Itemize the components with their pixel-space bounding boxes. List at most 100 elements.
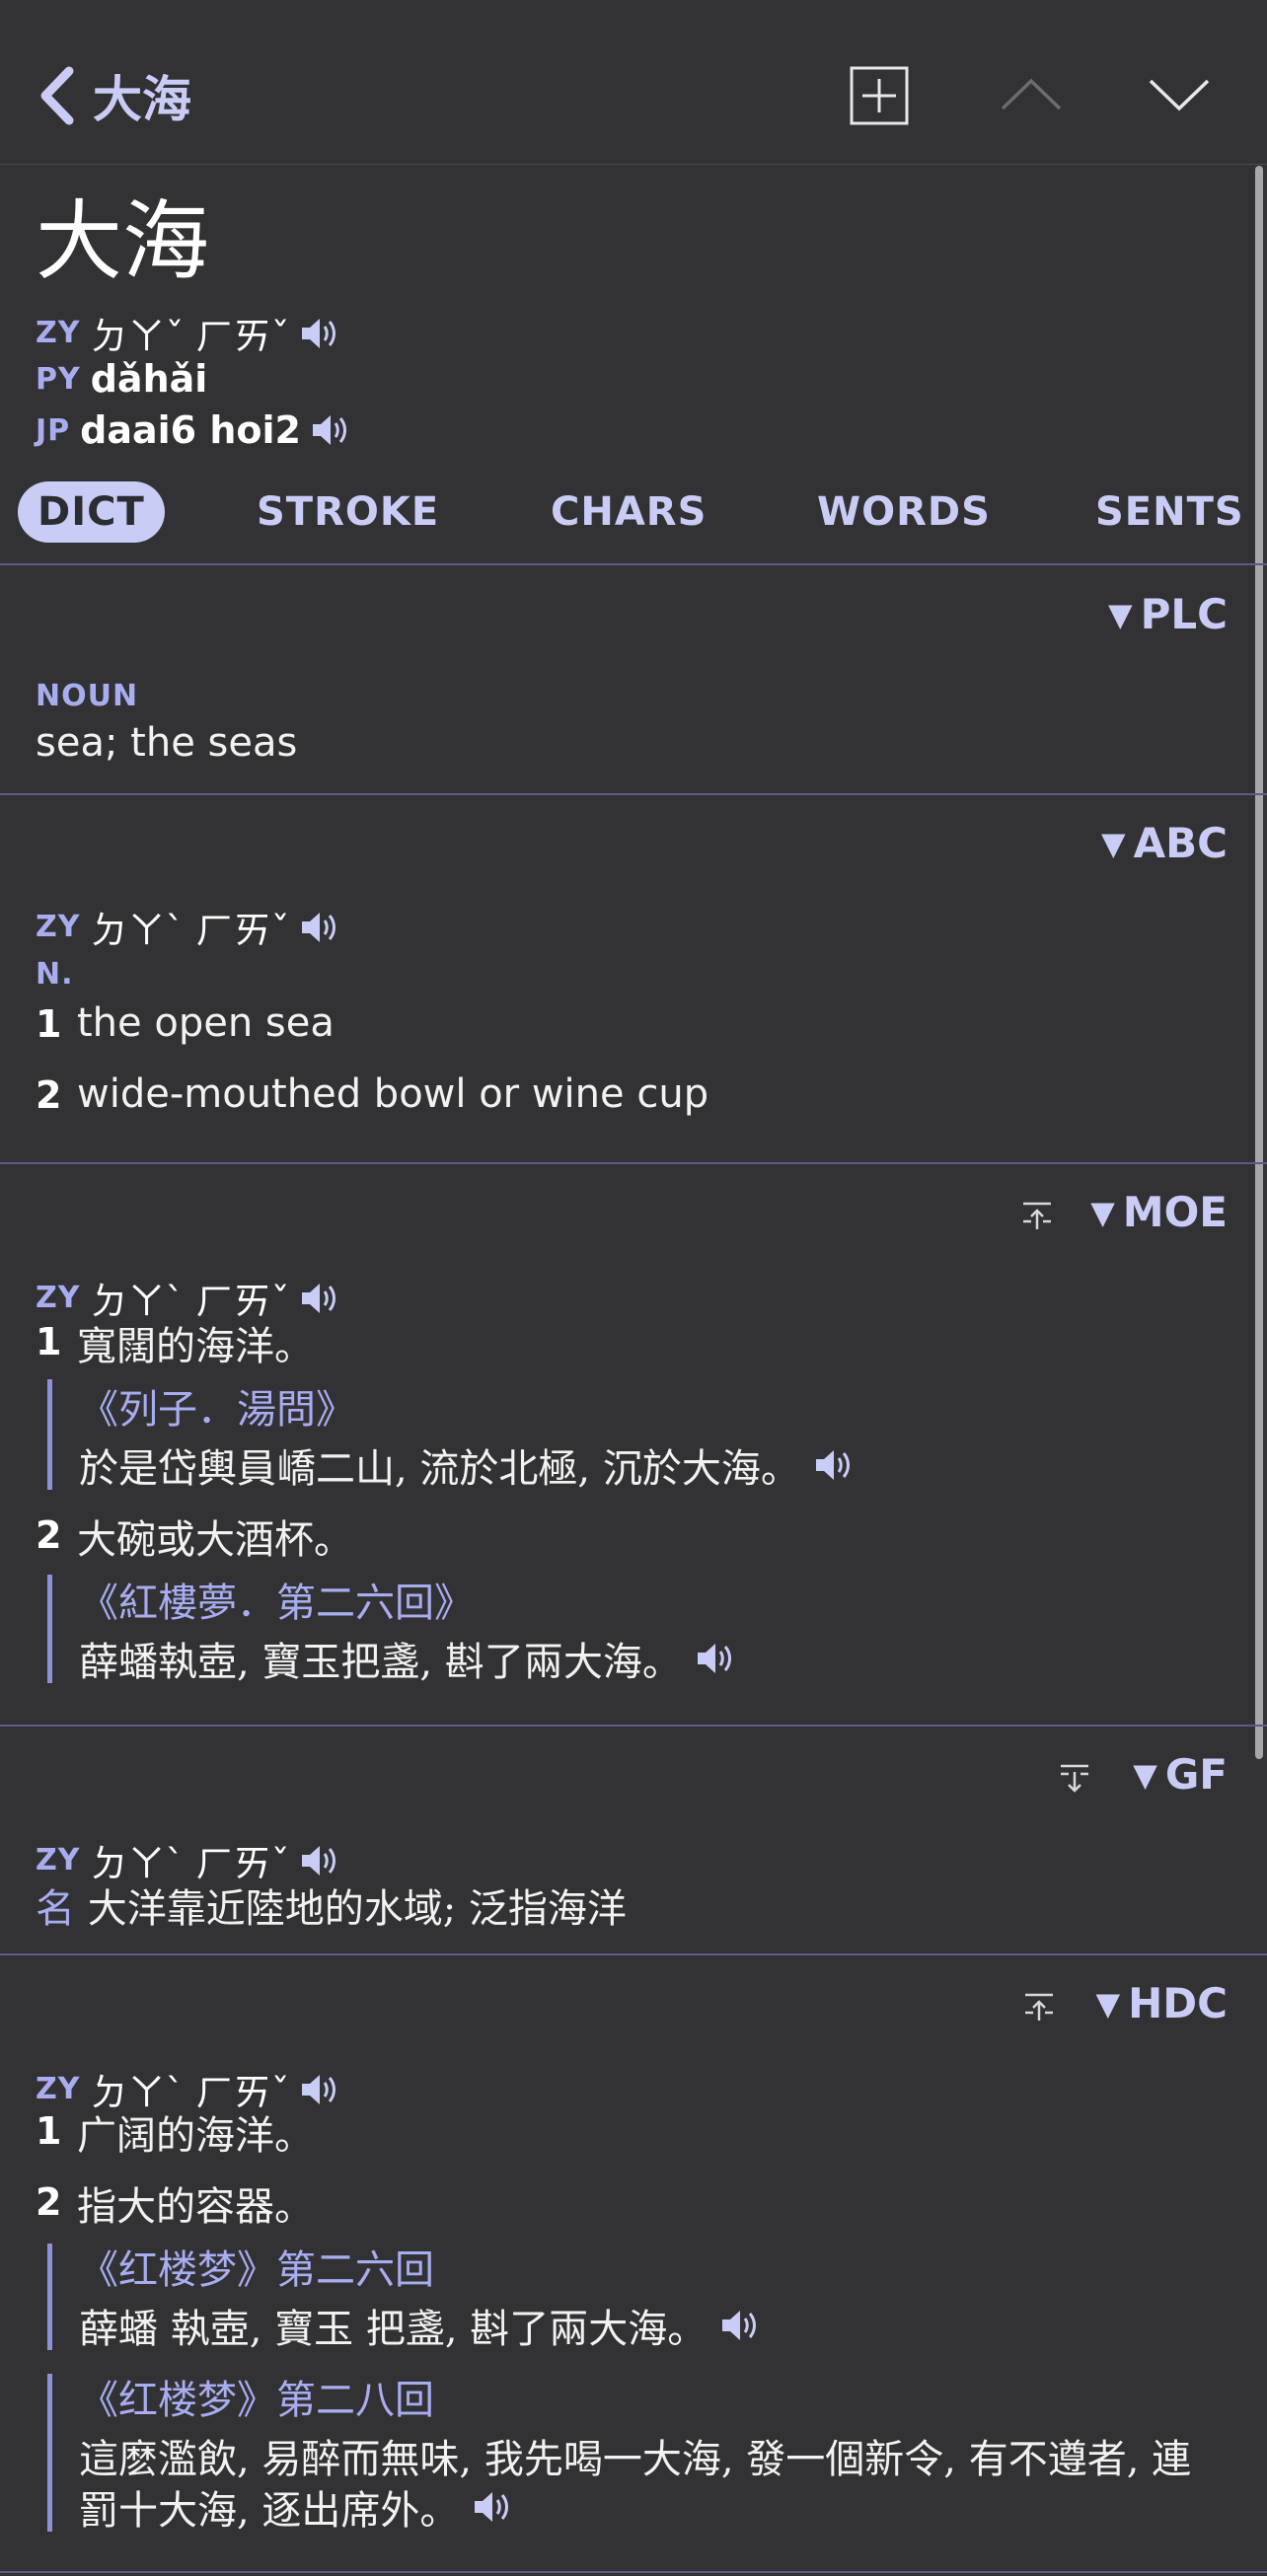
back-button[interactable]: 大海 <box>36 61 191 130</box>
tab-words[interactable]: WORDS <box>817 481 991 543</box>
divider <box>0 563 1267 565</box>
speaker-icon[interactable] <box>696 1641 735 1676</box>
back-chevron-icon <box>40 66 74 125</box>
speaker-icon[interactable] <box>300 1281 339 1316</box>
quote-bar <box>47 1575 52 1683</box>
definition-text: 广阔的海洋。 <box>77 2113 314 2159</box>
divider <box>0 793 1267 795</box>
quote-source: 《红楼梦》第二六回 <box>79 2247 434 2293</box>
section-label-hdc: HDC <box>1128 1979 1228 2027</box>
definition-number: 2 <box>36 1073 62 1117</box>
speaker-icon[interactable] <box>720 2308 760 2343</box>
jyutping-text: daai6 hoi2 <box>80 408 301 452</box>
tab-bar: DICT STROKE CHARS WORDS SENTS <box>0 481 1267 551</box>
quote-text: 於是岱輿員嶠二山, 流於北極, 沉於大海。 <box>79 1446 800 1492</box>
top-bar-title: 大海 <box>93 70 191 128</box>
triangle-down-icon: ▼ <box>1108 595 1133 633</box>
definition-number: 1 <box>36 1320 62 1363</box>
py-tag: PY <box>36 361 81 397</box>
definition-text: wide-mouthed bowl or wine cup <box>77 1071 709 1117</box>
speaker-icon[interactable] <box>814 1447 854 1483</box>
section-label-gf: GF <box>1164 1750 1228 1799</box>
definition-text: the open sea <box>77 1000 335 1046</box>
headword: 大海 <box>36 190 210 292</box>
speaker-icon[interactable] <box>300 910 339 945</box>
definition-row: 名 大洋靠近陸地的水域; 泛指海洋 <box>36 1877 627 1934</box>
pos-label: N. <box>36 957 74 992</box>
zhuyin-text: ㄉㄚˋ ㄏㄞˇ <box>90 909 290 952</box>
zy-tag: ZY <box>36 1843 81 1877</box>
tab-chars[interactable]: CHARS <box>551 481 707 543</box>
quote-text: 罰十大海, 逐出席外。 <box>79 2488 460 2534</box>
definition-number: 1 <box>36 1002 62 1046</box>
definition-text: 指大的容器。 <box>77 2184 314 2230</box>
triangle-down-icon: ▼ <box>1101 824 1126 862</box>
triangle-down-icon: ▼ <box>1090 1193 1115 1231</box>
divider <box>0 1725 1267 1727</box>
section-toggle-abc[interactable]: ▼ ABC <box>1101 819 1228 867</box>
quote-text: 這麽濫飲, 易醉而無味, 我先喝一大海, 發一個新令, 有不遵者, 連 <box>79 2437 1192 2482</box>
zhuyin-row: ZY ㄉㄚˋ ㄏㄞˇ <box>36 900 339 954</box>
quote-bar <box>47 1379 52 1490</box>
quote-text-row: 薛蟠執壺, 寶玉把盞, 斟了兩大海。 <box>79 1630 735 1687</box>
definition-number: 2 <box>36 1513 62 1557</box>
zhuyin-text: ㄉㄚˇ ㄏㄞˇ <box>90 315 290 358</box>
divider <box>0 1162 1267 1164</box>
quote-bar <box>47 2374 52 2532</box>
chevron-down-icon[interactable] <box>1147 75 1212 114</box>
section-label-abc: ABC <box>1133 819 1228 867</box>
quote-source: 《列子．湯問》 <box>79 1387 355 1433</box>
quote-text-row: 於是岱輿員嶠二山, 流於北極, 沉於大海。 <box>79 1436 854 1494</box>
jp-tag: JP <box>36 412 71 448</box>
speaker-icon[interactable] <box>300 2072 339 2107</box>
definition-number: 1 <box>36 2109 62 2153</box>
quote-source: 《红楼梦》第二八回 <box>79 2378 434 2423</box>
quote-source: 《紅樓夢．第二六回》 <box>79 1581 474 1626</box>
speaker-icon[interactable] <box>300 1843 339 1878</box>
zy-tag: ZY <box>36 316 81 350</box>
divider <box>0 2571 1267 2573</box>
add-box-icon[interactable] <box>849 65 910 126</box>
triangle-down-icon: ▼ <box>1095 1984 1121 2023</box>
speaker-icon[interactable] <box>300 316 339 351</box>
definition-text: sea; the seas <box>36 720 298 766</box>
zhuyin-row: ZY ㄉㄚˇ ㄏㄞˇ <box>36 306 339 360</box>
divider <box>0 1953 1267 1955</box>
collapse-icon[interactable] <box>1020 1200 1054 1233</box>
triangle-down-icon: ▼ <box>1133 1755 1157 1794</box>
speaker-icon[interactable] <box>473 2489 512 2525</box>
jyutping-row: JP daai6 hoi2 <box>36 408 350 452</box>
collapse-icon[interactable] <box>1022 1991 1056 2024</box>
pos-label: NOUN <box>36 679 139 713</box>
top-bar: 大海 <box>0 0 1267 165</box>
tab-dict[interactable]: DICT <box>18 481 165 543</box>
definition-number: 2 <box>36 2180 62 2224</box>
definition-text: 大洋靠近陸地的水域; 泛指海洋 <box>87 1886 627 1932</box>
quote-text-row: 罰十大海, 逐出席外。 <box>79 2478 512 2536</box>
zy-tag: ZY <box>36 1281 81 1315</box>
section-toggle-plc[interactable]: ▼ PLC <box>1108 590 1228 638</box>
section-toggle-hdc[interactable]: ▼ HDC <box>1096 1979 1228 2027</box>
chevron-up-icon[interactable] <box>999 75 1064 114</box>
quote-text-row: 薛蟠 執壺, 寶玉 把盞, 斟了兩大海。 <box>79 2297 760 2354</box>
pos-label: 名 <box>36 1886 75 1932</box>
section-label-moe: MOE <box>1122 1188 1228 1236</box>
definition-text: 寬闊的海洋。 <box>77 1324 314 1369</box>
zy-tag: ZY <box>36 2072 81 2106</box>
quote-bar <box>47 2244 52 2350</box>
section-toggle-gf[interactable]: ▼ GF <box>1133 1750 1228 1799</box>
tab-sents[interactable]: SENTS <box>1095 481 1244 543</box>
definition-text: 大碗或大酒杯。 <box>77 1517 353 1563</box>
pinyin-text: dǎhǎi <box>90 357 208 401</box>
quote-text: 薛蟠 執壺, 寶玉 把盞, 斟了兩大海。 <box>79 2307 708 2352</box>
expand-icon[interactable] <box>1058 1762 1091 1796</box>
quote-text-row: 這麽濫飲, 易醉而無味, 我先喝一大海, 發一個新令, 有不遵者, 連 <box>79 2427 1191 2484</box>
section-toggle-moe[interactable]: ▼ MOE <box>1090 1188 1228 1236</box>
pinyin-row: PY dǎhǎi <box>36 357 207 401</box>
speaker-icon[interactable] <box>311 412 350 448</box>
tab-stroke[interactable]: STROKE <box>257 481 439 543</box>
scrollbar[interactable] <box>1255 166 1263 1759</box>
quote-text: 薛蟠執壺, 寶玉把盞, 斟了兩大海。 <box>79 1640 682 1685</box>
zy-tag: ZY <box>36 910 81 944</box>
section-label-plc: PLC <box>1140 590 1228 638</box>
